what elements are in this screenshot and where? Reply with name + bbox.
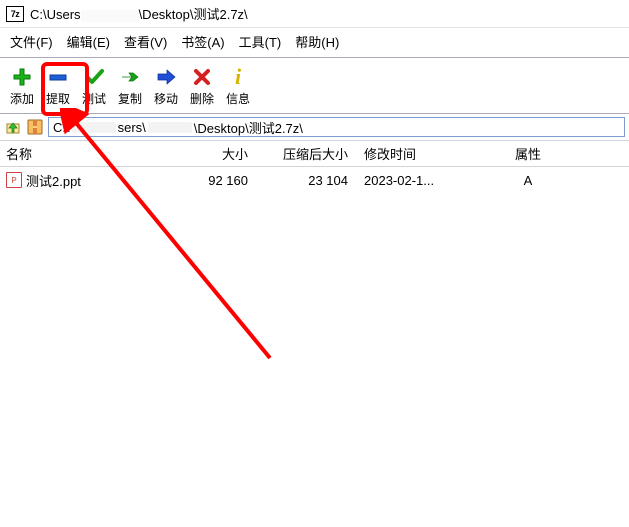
toolbar-add-label: 添加 [10, 90, 34, 107]
file-size: 92 160 [172, 173, 258, 188]
redacted-segment [72, 122, 116, 133]
menu-help[interactable]: 帮助(H) [295, 32, 339, 51]
ppt-file-icon: P [6, 172, 22, 188]
toolbar-extract-button[interactable]: 提取 [40, 62, 76, 107]
toolbar-delete-button[interactable]: 删除 [184, 62, 220, 107]
column-size[interactable]: 大小 [172, 144, 258, 163]
pathbar: C:\ sers\ \Desktop\测试2.7z\ [0, 113, 629, 141]
file-attr: A [478, 173, 578, 188]
toolbar: 添加 提取 测试 复制 移动 删除 i 信息 [0, 58, 629, 113]
archive-icon[interactable] [26, 118, 44, 136]
toolbar-copy-button[interactable]: 复制 [112, 62, 148, 107]
toolbar-extract-label: 提取 [46, 90, 70, 107]
path-input[interactable]: C:\ sers\ \Desktop\测试2.7z\ [48, 117, 625, 137]
column-header-row: 名称 大小 压缩后大小 修改时间 属性 [0, 141, 629, 167]
file-name: 测试2.ppt [26, 171, 81, 190]
toolbar-move-button[interactable]: 移动 [148, 62, 184, 107]
delete-x-icon [192, 66, 212, 88]
window-title: C:\Users \Desktop\测试2.7z\ [30, 4, 248, 23]
toolbar-info-button[interactable]: i 信息 [220, 62, 256, 107]
check-icon [84, 66, 104, 88]
column-modified[interactable]: 修改时间 [358, 144, 478, 163]
info-icon: i [235, 66, 241, 88]
file-packed-size: 23 104 [258, 173, 358, 188]
redacted-segment [148, 122, 192, 133]
menu-file[interactable]: 文件(F) [10, 32, 53, 51]
file-mtime: 2023-02-1... [358, 173, 478, 188]
plus-icon [12, 66, 32, 88]
toolbar-add-button[interactable]: 添加 [4, 62, 40, 107]
toolbar-copy-label: 复制 [118, 90, 142, 107]
column-packed-size[interactable]: 压缩后大小 [258, 144, 358, 163]
toolbar-test-label: 测试 [82, 90, 106, 107]
minus-icon [48, 66, 68, 88]
copy-arrow-icon [120, 66, 140, 88]
path-suffix: \Desktop\测试2.7z\ [194, 118, 303, 137]
menu-edit[interactable]: 编辑(E) [67, 32, 110, 51]
path-prefix: C:\ [53, 120, 70, 135]
up-folder-icon[interactable] [4, 118, 22, 136]
title-prefix: C:\Users [30, 7, 81, 22]
file-list[interactable]: P 测试2.ppt 92 160 23 104 2023-02-1... A [0, 167, 629, 527]
toolbar-move-label: 移动 [154, 90, 178, 107]
app-icon-7z: 7z [6, 6, 24, 22]
table-row[interactable]: P 测试2.ppt 92 160 23 104 2023-02-1... A [0, 167, 629, 193]
toolbar-test-button[interactable]: 测试 [76, 62, 112, 107]
titlebar: 7z C:\Users \Desktop\测试2.7z\ [0, 0, 629, 28]
redacted-segment [81, 10, 139, 22]
column-name[interactable]: 名称 [0, 144, 172, 163]
column-attributes[interactable]: 属性 [478, 144, 578, 163]
toolbar-delete-label: 删除 [190, 90, 214, 107]
menu-tools[interactable]: 工具(T) [239, 32, 282, 51]
menu-view[interactable]: 查看(V) [124, 32, 167, 51]
menubar: 文件(F) 编辑(E) 查看(V) 书签(A) 工具(T) 帮助(H) [0, 28, 629, 57]
menu-bookmarks[interactable]: 书签(A) [181, 32, 224, 51]
path-mid1: sers\ [118, 120, 146, 135]
title-suffix: \Desktop\测试2.7z\ [139, 7, 248, 22]
toolbar-info-label: 信息 [226, 90, 250, 107]
move-arrow-icon [156, 66, 176, 88]
